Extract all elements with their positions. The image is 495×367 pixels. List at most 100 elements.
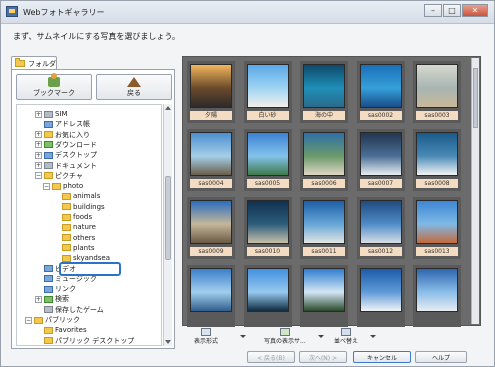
- thumbnail-cell[interactable]: sas0004: [187, 129, 235, 191]
- tree-item-アドレス帳[interactable]: アドレス帳: [35, 119, 90, 129]
- expand-icon[interactable]: +: [35, 162, 42, 169]
- thumbnail-cell[interactable]: [356, 265, 405, 327]
- tree-item-お気に入り[interactable]: + お気に入り: [35, 130, 90, 140]
- tree-item-favorites[interactable]: Favorites: [35, 325, 87, 335]
- tree-item-foods[interactable]: foods: [53, 212, 92, 222]
- thumbnail-image[interactable]: [359, 268, 402, 312]
- thumbnail-cell[interactable]: sas0002: [356, 61, 405, 123]
- sort-dropdown-icon[interactable]: [370, 335, 376, 338]
- thumbnail-image[interactable]: [416, 268, 458, 312]
- minimize-button[interactable]: –: [424, 4, 442, 17]
- back-folder-button[interactable]: 戻る: [96, 74, 172, 100]
- thumbnail-image[interactable]: [190, 64, 232, 108]
- thumbnail-cell[interactable]: sas0006: [300, 129, 348, 191]
- view-mode-button[interactable]: 表示形式: [194, 328, 218, 346]
- bookmark-button[interactable]: ブックマーク: [16, 72, 92, 100]
- thumbnail-cell[interactable]: sas0007: [356, 129, 405, 191]
- thumbnail-image[interactable]: [359, 200, 402, 244]
- folder-tab[interactable]: フォルダ: [11, 56, 57, 70]
- view-mode-dropdown-icon[interactable]: [240, 335, 246, 338]
- thumbnail-image[interactable]: [303, 64, 345, 108]
- thumbnail-cell[interactable]: sas0003: [413, 61, 461, 123]
- gallery-scrollbar[interactable]: [471, 58, 479, 324]
- back-folder-label: 戻る: [127, 88, 141, 97]
- tree-scroll-thumb[interactable]: [165, 176, 171, 260]
- tree-item-ピクチャ[interactable]: − ピクチャ: [35, 171, 83, 181]
- thumbnail-cell[interactable]: sas0011: [300, 197, 348, 259]
- sort-button[interactable]: 並べ替え: [334, 328, 358, 346]
- thumbnail-image[interactable]: [246, 132, 289, 176]
- tree-item-リンク[interactable]: リンク: [35, 284, 76, 294]
- folder-icon: [44, 337, 53, 345]
- thumbnail-image[interactable]: [359, 64, 402, 108]
- maximize-button[interactable]: □: [443, 4, 461, 17]
- thumbnail-image[interactable]: [190, 268, 232, 312]
- tree-item-others[interactable]: others: [53, 233, 95, 243]
- tree-item-デスクトップ[interactable]: + デスクトップ: [35, 150, 97, 160]
- tree-item-ダウンロード[interactable]: + ダウンロード: [35, 140, 97, 150]
- thumbnail-image[interactable]: [190, 132, 232, 176]
- thumbnail-cell[interactable]: 白い砂: [243, 61, 292, 123]
- tree-item-plants[interactable]: plants: [53, 243, 95, 253]
- thumbnail-image[interactable]: [416, 64, 458, 108]
- folder-tab-label: フォルダ: [28, 59, 56, 68]
- expand-icon[interactable]: +: [35, 151, 42, 159]
- tree-item-nature[interactable]: nature: [53, 222, 96, 232]
- thumbnail-image[interactable]: [303, 132, 345, 176]
- collapse-icon[interactable]: −: [43, 182, 50, 190]
- thumbnail-cell[interactable]: 海の中: [300, 61, 348, 123]
- tree-item-パブリック-デスクトップ[interactable]: パブリック デスクトップ: [35, 336, 134, 345]
- expand-icon[interactable]: +: [35, 110, 42, 118]
- scroll-down-icon[interactable]: [165, 340, 171, 344]
- tree-item-photo[interactable]: − photo: [43, 181, 83, 191]
- thumbnail-image[interactable]: [359, 132, 402, 176]
- folder-tree[interactable]: + SIM アドレス帳 + お気に入り + ダウンロード + デスクトップ + ドキュメント − ピクチ…: [16, 104, 162, 346]
- expand-icon[interactable]: +: [35, 131, 42, 139]
- thumbnail-image[interactable]: [416, 132, 458, 176]
- tree-item-animals[interactable]: animals: [53, 191, 100, 201]
- tree-item-検索[interactable]: + 検索: [35, 294, 69, 304]
- thumbnail-image[interactable]: [303, 268, 345, 312]
- next-button[interactable]: 次へ(N) >: [299, 351, 347, 363]
- thumbnail-cell[interactable]: sas0009: [187, 197, 235, 259]
- photo-display-button[interactable]: 写真の表示サ...: [264, 328, 306, 346]
- tree-scrollbar[interactable]: [163, 104, 172, 346]
- thumbnail-cell[interactable]: [187, 265, 235, 327]
- thumbnail-cell[interactable]: 夕陽: [187, 61, 235, 123]
- thumbnail-cell[interactable]: [413, 265, 461, 327]
- expand-icon[interactable]: +: [35, 295, 42, 303]
- thumbnail-cell[interactable]: sas0010: [243, 197, 292, 259]
- photo-display-dropdown-icon[interactable]: [318, 335, 324, 338]
- folder-icon: [62, 244, 71, 252]
- music-icon: [44, 275, 53, 283]
- tree-item-sim[interactable]: + SIM: [35, 109, 68, 119]
- thumbnail-cell[interactable]: [243, 265, 292, 327]
- thumbnail-image[interactable]: [190, 200, 232, 244]
- thumbnail-image[interactable]: [246, 200, 289, 244]
- help-button[interactable]: ヘルプ: [415, 351, 467, 363]
- thumbnail-cell[interactable]: sas0013: [413, 197, 461, 259]
- thumbnail-image[interactable]: [303, 200, 345, 244]
- expand-icon[interactable]: +: [35, 141, 42, 149]
- cancel-button[interactable]: キャンセル: [353, 351, 411, 363]
- tree-item-buildings[interactable]: buildings: [53, 202, 105, 212]
- view-mode-label: 表示形式: [194, 338, 219, 345]
- thumbnail-image[interactable]: [416, 200, 458, 244]
- instruction-text: まず、サムネイルにする写真を選びましょう。: [13, 32, 180, 41]
- collapse-icon[interactable]: −: [35, 172, 42, 180]
- close-button[interactable]: ✕: [462, 4, 488, 17]
- gallery-scroll-thumb[interactable]: [473, 68, 478, 128]
- thumbnail-cell[interactable]: sas0005: [243, 129, 292, 191]
- scroll-up-icon[interactable]: [165, 106, 171, 110]
- thumbnail-cell[interactable]: [300, 265, 348, 327]
- back-button[interactable]: < 戻る(B): [247, 351, 295, 363]
- thumbnail-image[interactable]: [246, 268, 289, 312]
- tree-item-ドキュメント[interactable]: + ドキュメント: [35, 161, 97, 171]
- thumbnail-image[interactable]: [246, 64, 289, 108]
- tree-item-パブリック[interactable]: − パブリック: [25, 315, 80, 325]
- thumbnail-cell[interactable]: sas0012: [356, 197, 405, 259]
- thumbnail-cell[interactable]: sas0008: [413, 129, 461, 191]
- tree-item-保存したゲーム[interactable]: 保存したゲーム: [35, 305, 104, 315]
- collapse-icon[interactable]: −: [25, 316, 32, 324]
